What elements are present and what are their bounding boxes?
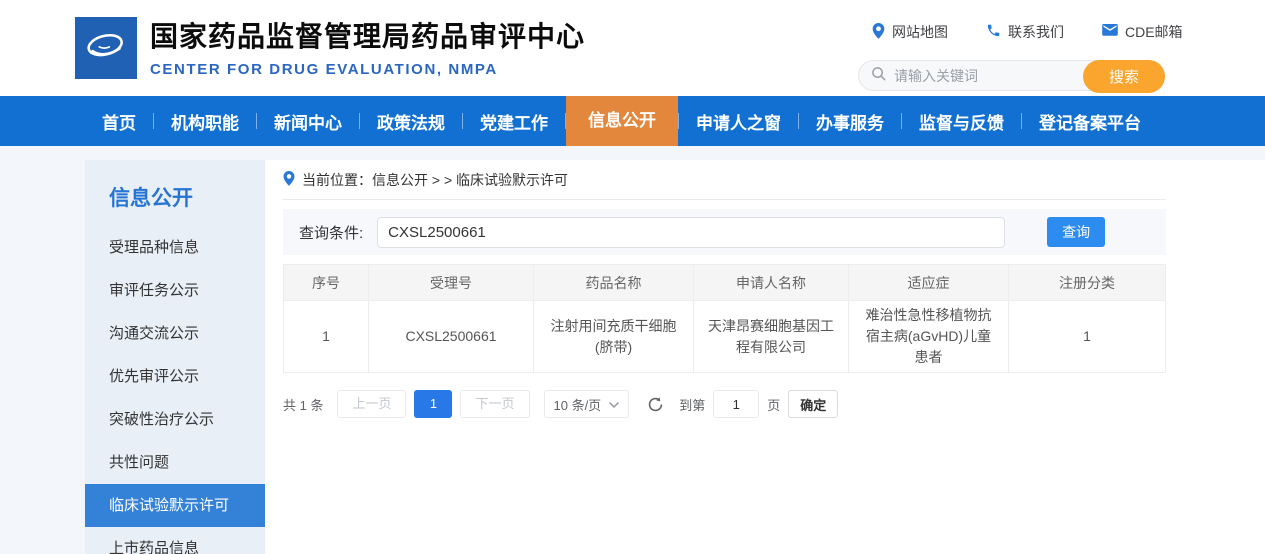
- col-header-drug-name: 药品名称: [534, 265, 694, 301]
- nav-separator: [153, 113, 154, 129]
- nav-item-info-disclosure[interactable]: 信息公开: [566, 96, 678, 146]
- cell-registration-class: 1: [1009, 301, 1166, 373]
- nav-separator: [359, 113, 360, 129]
- nav-item-party-building[interactable]: 党建工作: [480, 109, 548, 134]
- results-table: 序号 受理号 药品名称 申请人名称 适应症 注册分类 1 CXSL2500661…: [283, 264, 1166, 373]
- phone-icon: [986, 23, 1001, 41]
- sidebar-item-communication[interactable]: 沟通交流公示: [85, 312, 265, 355]
- nav-separator: [901, 113, 902, 129]
- page-number-button[interactable]: 1: [414, 390, 452, 418]
- sidebar-item-clinical-trial-implied-license[interactable]: 临床试验默示许可: [85, 484, 265, 527]
- breadcrumb: 当前位置：信息公开 > > 临床试验默示许可: [283, 160, 1166, 200]
- chevron-down-icon: [609, 397, 619, 412]
- nav-separator: [678, 113, 679, 129]
- nav-separator: [1021, 113, 1022, 129]
- sidebar-item-priority-review[interactable]: 优先审评公示: [85, 355, 265, 398]
- col-header-acceptance-no: 受理号: [369, 265, 534, 301]
- nav-item-policies[interactable]: 政策法规: [377, 109, 445, 134]
- next-page-button[interactable]: 下一页: [460, 390, 529, 418]
- cell-drug-name: 注射用间充质干细胞(脐带): [534, 301, 694, 373]
- prev-page-button[interactable]: 上一页: [337, 390, 406, 418]
- table-header-row: 序号 受理号 药品名称 申请人名称 适应症 注册分类: [284, 265, 1166, 301]
- contact-us-link-label: 联系我们: [1008, 22, 1064, 42]
- nav-item-registration-platform[interactable]: 登记备案平台: [1039, 109, 1141, 134]
- cde-logo[interactable]: [75, 17, 137, 79]
- goto-page-label: 到第: [679, 395, 705, 414]
- sidebar: 信息公开 受理品种信息 审评任务公示 沟通交流公示 优先审评公示 突破性治疗公示…: [85, 160, 265, 554]
- nav-item-news[interactable]: 新闻中心: [274, 109, 342, 134]
- cell-seq: 1: [284, 301, 369, 373]
- cde-logo-icon: [79, 19, 133, 78]
- nav-item-functions[interactable]: 机构职能: [171, 109, 239, 134]
- cell-acceptance-no: CXSL2500661: [369, 301, 534, 373]
- cde-mail-link-label: CDE邮箱: [1125, 22, 1183, 42]
- query-input[interactable]: [377, 217, 1005, 248]
- contact-us-link[interactable]: 联系我们: [986, 22, 1064, 42]
- query-label: 查询条件:: [299, 222, 363, 243]
- breadcrumb-pin-icon: [283, 171, 295, 189]
- col-header-registration-class: 注册分类: [1009, 265, 1166, 301]
- col-header-seq: 序号: [284, 265, 369, 301]
- search-icon: [871, 66, 886, 86]
- envelope-icon: [1102, 24, 1118, 40]
- location-pin-icon: [872, 23, 885, 42]
- page-size-value: 10 条/页: [554, 395, 602, 414]
- main-nav: 首页 机构职能 新闻中心 政策法规 党建工作 信息公开 申请人之窗 办事服务 监…: [0, 96, 1265, 146]
- cell-applicant: 天津昂赛细胞基因工程有限公司: [694, 301, 849, 373]
- header-quick-links: 网站地图 联系我们 CDE邮箱: [872, 22, 1183, 42]
- sidebar-item-common-questions[interactable]: 共性问题: [85, 441, 265, 484]
- sitemap-link-label: 网站地图: [892, 22, 948, 42]
- cde-mail-link[interactable]: CDE邮箱: [1102, 22, 1183, 42]
- main-content: 当前位置：信息公开 > > 临床试验默示许可 查询条件: 查询 序号 受理号 药…: [265, 160, 1265, 554]
- refresh-icon[interactable]: [645, 394, 665, 414]
- brand-title-block: 国家药品监督管理局药品审评中心 CENTER FOR DRUG EVALUATI…: [150, 15, 585, 78]
- page-body: 信息公开 受理品种信息 审评任务公示 沟通交流公示 优先审评公示 突破性治疗公示…: [0, 146, 1265, 554]
- col-header-indication: 适应症: [849, 265, 1009, 301]
- nav-item-supervision-feedback[interactable]: 监督与反馈: [919, 109, 1004, 134]
- nav-separator: [256, 113, 257, 129]
- sidebar-title: 信息公开: [85, 176, 265, 226]
- site-subtitle: CENTER FOR DRUG EVALUATION, NMPA: [150, 61, 585, 78]
- sidebar-item-review-tasks[interactable]: 审评任务公示: [85, 269, 265, 312]
- breadcrumb-text: 当前位置：信息公开 > > 临床试验默示许可: [302, 170, 568, 190]
- query-button[interactable]: 查询: [1047, 217, 1105, 247]
- sidebar-item-accepted-products[interactable]: 受理品种信息: [85, 226, 265, 269]
- confirm-button[interactable]: 确定: [788, 390, 838, 418]
- table-row: 1 CXSL2500661 注射用间充质干细胞(脐带) 天津昂赛细胞基因工程有限…: [284, 301, 1166, 373]
- goto-page-input[interactable]: [713, 390, 759, 418]
- site-header: 国家药品监督管理局药品审评中心 CENTER FOR DRUG EVALUATI…: [0, 0, 1265, 96]
- col-header-applicant: 申请人名称: [694, 265, 849, 301]
- site-search-button[interactable]: 搜索: [1083, 60, 1165, 93]
- nav-item-services[interactable]: 办事服务: [816, 109, 884, 134]
- cell-indication: 难治性急性移植物抗宿主病(aGvHD)儿童患者: [849, 301, 1009, 373]
- nav-item-applicant-window[interactable]: 申请人之窗: [696, 109, 781, 134]
- site-search-bar: 搜索: [858, 60, 1165, 91]
- pagination: 共 1 条 上一页 1 下一页 10 条/页 到第 页 确定: [283, 390, 1166, 418]
- site-search-input[interactable]: [894, 68, 1064, 84]
- nav-separator: [798, 113, 799, 129]
- query-bar: 查询条件: 查询: [283, 209, 1166, 255]
- nav-item-home[interactable]: 首页: [102, 109, 136, 134]
- sidebar-item-marketed-drugs[interactable]: 上市药品信息: [85, 527, 265, 554]
- goto-page-suffix: 页: [767, 395, 780, 414]
- nav-separator: [462, 113, 463, 129]
- page-size-select[interactable]: 10 条/页: [544, 390, 630, 418]
- site-title: 国家药品监督管理局药品审评中心: [150, 15, 585, 55]
- sidebar-item-breakthrough-therapy[interactable]: 突破性治疗公示: [85, 398, 265, 441]
- sitemap-link[interactable]: 网站地图: [872, 22, 948, 42]
- pagination-total: 共 1 条: [283, 395, 323, 414]
